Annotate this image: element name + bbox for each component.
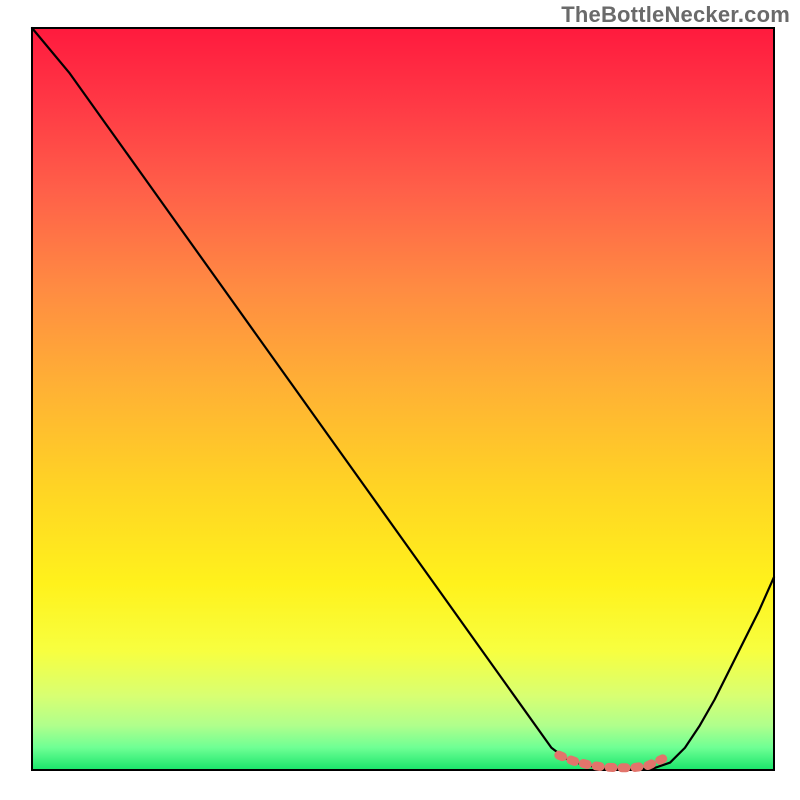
plot-background (32, 28, 774, 770)
watermark-text: TheBottleNecker.com (561, 2, 790, 28)
bottleneck-chart (0, 0, 800, 800)
